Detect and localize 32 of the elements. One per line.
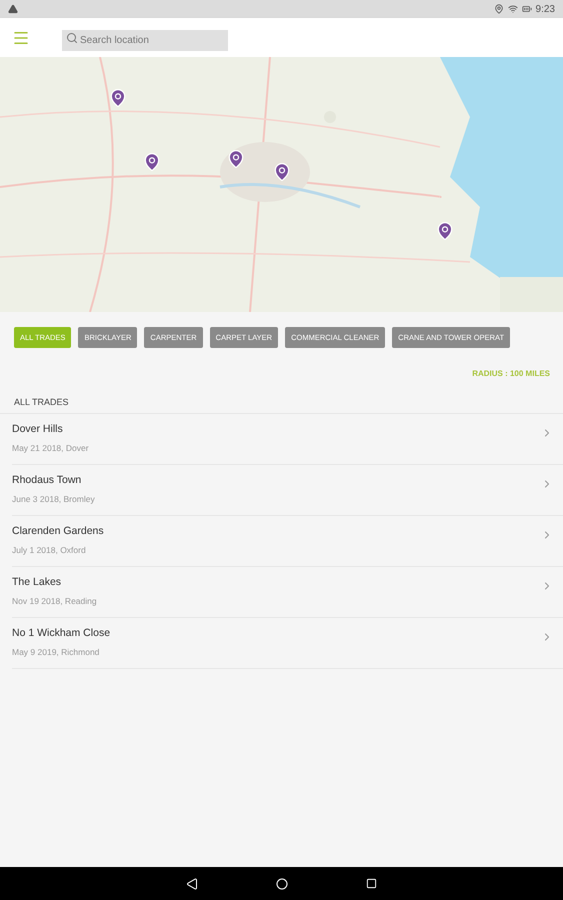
item-title: Clarenden Gardens [12,524,104,540]
list-item[interactable]: The Lakes Nov 19 2018, Reading [12,566,563,618]
item-title: No 1 Wickham Close [12,626,110,642]
item-subtitle: May 9 2019, Richmond [12,646,100,659]
item-title: Rhodaus Town [12,473,82,488]
battery-icon [522,4,532,14]
list-item[interactable]: Rhodaus Town June 3 2018, Bromley [12,464,563,516]
item-subtitle: May 21 2018, Dover [12,442,89,455]
item-subtitle: Nov 19 2018, Reading [12,595,97,608]
item-title: The Lakes [12,575,62,590]
radius-label: RADIUS : 100 MILES [472,368,550,380]
list-item[interactable]: Dover Hills May 21 2018, Dover [12,414,563,464]
list-item[interactable]: No 1 Wickham Close May 9 2019, Richmond [12,618,563,668]
map-pin-icon[interactable] [434,220,455,241]
map-pin-icon[interactable] [226,149,246,170]
item-title: Dover Hills [12,422,64,438]
search-field[interactable]: Search location [62,30,228,51]
map-pin-icon[interactable] [272,162,292,182]
item-subtitle: July 1 2018, Oxford [12,544,87,557]
location-icon [494,4,504,14]
map-pin-icon[interactable] [108,88,128,108]
signal-icon [508,4,518,14]
back-icon[interactable] [186,878,198,890]
home-icon[interactable] [276,878,288,890]
item-subtitle: June 3 2018, Bromley [12,493,95,506]
search-icon [66,32,78,44]
recents-icon[interactable] [366,878,377,889]
clock: 9:23 [536,2,555,16]
list-item[interactable]: Clarenden Gardens July 1 2018, Oxford [12,516,563,566]
warning-icon [8,4,18,14]
map-pin-icon[interactable] [142,152,162,172]
list-heading: ALL TRADES [14,396,70,409]
